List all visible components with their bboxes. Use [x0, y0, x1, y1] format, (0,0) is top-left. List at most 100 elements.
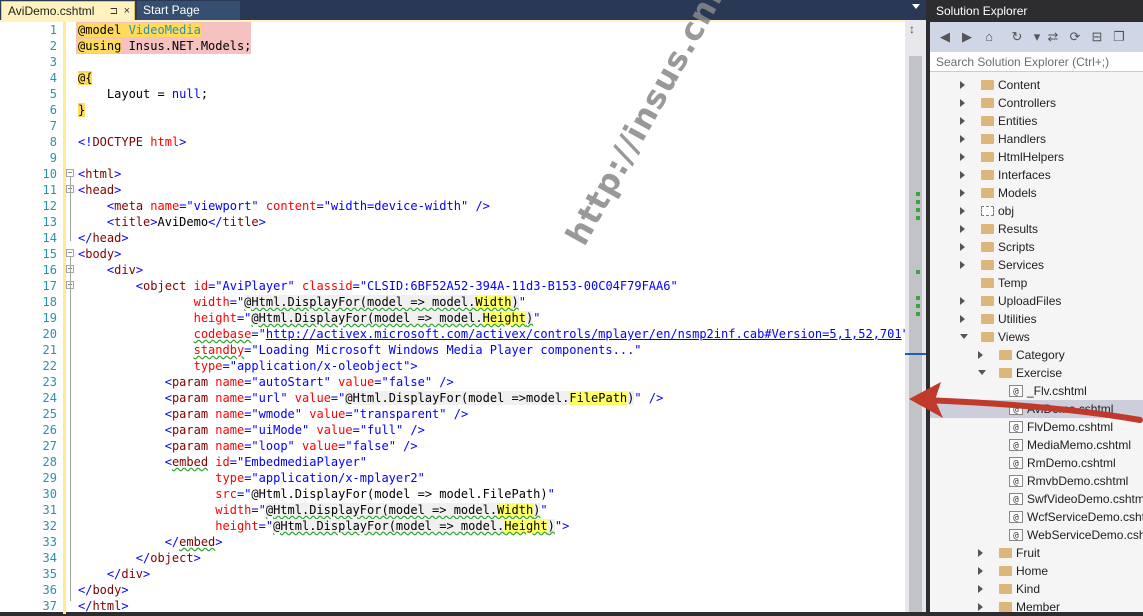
tab-avidemo[interactable]: AviDemo.cshtml ⊐ ×	[1, 1, 135, 20]
refresh-icon[interactable]: ⟳	[1066, 28, 1084, 46]
history-icon[interactable]: ↻	[1008, 28, 1026, 46]
tree-folder-item[interactable]: Handlers	[930, 130, 1143, 148]
tree-folder-item[interactable]: Views	[930, 328, 1143, 346]
pin-icon[interactable]: ⊐	[110, 2, 118, 21]
collapsed-arrow-icon[interactable]	[978, 603, 983, 611]
code-line[interactable]: 26 <param name="uiMode" value="full" />	[0, 422, 905, 438]
code-line[interactable]: 7	[0, 118, 905, 134]
collapsed-arrow-icon[interactable]	[978, 549, 983, 557]
code-line[interactable]: 21 standby="Loading Microsoft Windows Me…	[0, 342, 905, 358]
show-all-files-icon[interactable]: ❐	[1110, 28, 1128, 46]
tree-folder-item[interactable]: Home	[930, 562, 1143, 580]
expanded-arrow-icon[interactable]	[960, 334, 968, 339]
code-line[interactable]: 13 <title>AviDemo</title>	[0, 214, 905, 230]
code-line[interactable]: 22 type="application/x-oleobject">	[0, 358, 905, 374]
tree-file-item[interactable]: @ RmDemo.cshtml	[930, 454, 1143, 472]
code-line[interactable]: 20 codebase="http://activex.microsoft.co…	[0, 326, 909, 342]
tree-folder-item[interactable]: Member	[930, 598, 1143, 616]
tree-folder-item[interactable]: Kind	[930, 580, 1143, 598]
code-area[interactable]: 1 @model VideoMedia 2 @using Insus.NET.Mode…	[0, 22, 909, 614]
collapsed-arrow-icon[interactable]	[978, 567, 983, 575]
code-line[interactable]: 19 height="@Html.DisplayFor(model => mod…	[0, 310, 905, 326]
collapsed-arrow-icon[interactable]	[960, 207, 965, 215]
code-editor[interactable]: AviDemo.cshtml ⊐ × Start Page 1 @model Vi…	[0, 0, 926, 614]
code-line[interactable]: 8 <!DOCTYPE html>	[0, 134, 905, 150]
collapsed-arrow-icon[interactable]	[978, 351, 983, 359]
code-line[interactable]: 16− <div>	[0, 262, 905, 278]
tree-folder-item[interactable]: Category	[930, 346, 1143, 364]
back-icon[interactable]: ◀	[936, 28, 954, 46]
collapsed-arrow-icon[interactable]	[960, 99, 965, 107]
code-line[interactable]: 2 @using Insus.NET.Models;	[0, 38, 905, 54]
collapsed-arrow-icon[interactable]	[960, 153, 965, 161]
code-line[interactable]: 32 height="@Html.DisplayFor(model => mod…	[0, 518, 905, 534]
code-line[interactable]: 30 src="@Html.DisplayFor(model => model.…	[0, 486, 905, 502]
sync-icon[interactable]: ⇄	[1044, 28, 1062, 46]
collapsed-arrow-icon[interactable]	[978, 585, 983, 593]
code-line[interactable]: 25 <param name="wmode" value="transparen…	[0, 406, 905, 422]
tree-folder-item[interactable]: Models	[930, 184, 1143, 202]
tree-folder-item[interactable]: Services	[930, 256, 1143, 274]
collapsed-arrow-icon[interactable]	[960, 225, 965, 233]
collapsed-arrow-icon[interactable]	[960, 117, 965, 125]
close-icon[interactable]: ×	[124, 2, 130, 21]
code-line[interactable]: 36 </body>	[0, 582, 905, 598]
tree-file-item[interactable]: @ RmvbDemo.cshtml	[930, 472, 1143, 490]
split-view-icon[interactable]: ↕	[909, 22, 915, 36]
code-line[interactable]: 10 − <html>	[0, 166, 905, 182]
solution-search-input[interactable]: Search Solution Explorer (Ctrl+;)	[930, 52, 1143, 72]
tree-folder-item[interactable]: Entities	[930, 112, 1143, 130]
code-line[interactable]: 15 − <body>	[0, 246, 905, 262]
tab-start-page[interactable]: Start Page	[137, 1, 240, 20]
code-line[interactable]: 31 width="@Html.DisplayFor(model => mode…	[0, 502, 905, 518]
code-line[interactable]: 33 </embed>	[0, 534, 905, 550]
code-line[interactable]: 12 <meta name="viewport" content="width=…	[0, 198, 905, 214]
code-line[interactable]: 9	[0, 150, 905, 166]
code-line[interactable]: 24 <param name="url" value="@Html.Displa…	[0, 390, 905, 406]
tree-folder-item[interactable]: HtmlHelpers	[930, 148, 1143, 166]
forward-icon[interactable]: ▶	[958, 28, 976, 46]
collapse-icon[interactable]: −	[66, 169, 74, 177]
tab-dropdown-icon[interactable]	[912, 4, 920, 9]
collapsed-arrow-icon[interactable]	[960, 135, 965, 143]
collapsed-arrow-icon[interactable]	[960, 171, 965, 179]
collapse-icon[interactable]: −	[66, 249, 74, 257]
tree-folder-item[interactable]: Scripts	[930, 238, 1143, 256]
code-line[interactable]: 29 type="application/x-mplayer2"	[0, 470, 905, 486]
tree-folder-item[interactable]: Content	[930, 76, 1143, 94]
code-line[interactable]: 34 </object>	[0, 550, 905, 566]
code-line[interactable]: 5 Layout = null;	[0, 86, 905, 102]
collapsed-arrow-icon[interactable]	[960, 189, 965, 197]
tree-folder-item[interactable]: Results	[930, 220, 1143, 238]
code-line[interactable]: 4 @{	[0, 70, 905, 86]
collapse-all-icon[interactable]: ⊟	[1088, 28, 1106, 46]
code-line[interactable]: 27 <param name="loop" value="false" />	[0, 438, 905, 454]
tree-folder-item[interactable]: UploadFiles	[930, 292, 1143, 310]
code-line[interactable]: 3	[0, 54, 905, 70]
collapsed-arrow-icon[interactable]	[960, 261, 965, 269]
tree-folder-item[interactable]: Interfaces	[930, 166, 1143, 184]
code-line[interactable]: 18 width="@Html.DisplayFor(model => mode…	[0, 294, 905, 310]
tree-file-item[interactable]: @ WcfServiceDemo.cshtml	[930, 508, 1143, 526]
tree-file-item[interactable]: @ WebServiceDemo.cshtml	[930, 526, 1143, 544]
tree-folder-item[interactable]: Utilities	[930, 310, 1143, 328]
tree-folder-item[interactable]: Fruit	[930, 544, 1143, 562]
home-icon[interactable]: ⌂	[980, 28, 998, 46]
tree-folder-item[interactable]: Temp	[930, 274, 1143, 292]
collapsed-arrow-icon[interactable]	[960, 315, 965, 323]
code-line[interactable]: 14 </head>	[0, 230, 905, 246]
code-line[interactable]: 35 </div>	[0, 566, 905, 582]
tree-folder-item[interactable]: obj	[930, 202, 1143, 220]
collapsed-arrow-icon[interactable]	[960, 297, 965, 305]
code-line[interactable]: 17− <object id="AviPlayer" classid="CLSI…	[0, 278, 905, 294]
collapsed-arrow-icon[interactable]	[960, 243, 965, 251]
code-line[interactable]: 6}	[0, 102, 905, 118]
code-line[interactable]: 11−<head>	[0, 182, 905, 198]
code-line[interactable]: 23 <param name="autoStart" value="false"…	[0, 374, 905, 390]
collapsed-arrow-icon[interactable]	[960, 81, 965, 89]
tree-folder-item[interactable]: Controllers	[930, 94, 1143, 112]
tree-file-item[interactable]: @ SwfVideoDemo.cshtml	[930, 490, 1143, 508]
code-line[interactable]: 28 <embed id="EmbedmediaPlayer"	[0, 454, 905, 470]
vertical-scrollbar[interactable]: ↕	[905, 20, 926, 612]
scrollbar-thumb[interactable]	[909, 56, 922, 612]
